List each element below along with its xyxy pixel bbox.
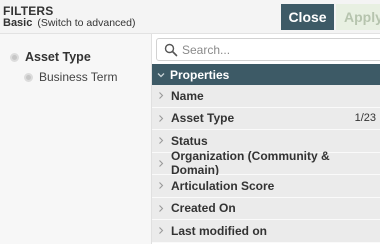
properties-section-header[interactable]: Properties (152, 64, 380, 85)
filter-mode: Basic (Switch to advanced) (3, 17, 135, 29)
switch-to-advanced-link[interactable]: (Switch to advanced) (37, 17, 135, 29)
property-label: Name (171, 88, 204, 103)
chevron-down-icon (157, 72, 165, 77)
property-label: Created On (171, 201, 236, 216)
property-row-last-modified-on[interactable]: Last modified on (152, 220, 380, 243)
property-row-organization[interactable]: Organization (Community & Domain) (152, 149, 380, 177)
chevron-right-icon (159, 204, 164, 212)
filters-header: FILTERS Basic (Switch to advanced) Close… (0, 0, 380, 34)
chevron-right-icon (159, 227, 164, 235)
bullet-icon (24, 72, 33, 82)
chevron-right-icon (159, 92, 164, 100)
apply-button[interactable]: Apply (336, 4, 380, 30)
tree-item-label: Asset Type (25, 50, 91, 64)
filters-title: FILTERS (3, 4, 54, 18)
properties-list: Name Asset Type 1/23 Status Organization… (152, 85, 380, 243)
tree-item-business-term[interactable]: Business Term (24, 70, 117, 84)
selected-filters-panel: Asset Type Business Term (0, 34, 152, 244)
chevron-right-icon (159, 137, 164, 145)
properties-header-label: Properties (170, 67, 230, 82)
tree-item-label: Business Term (39, 70, 118, 84)
search-box[interactable] (156, 38, 380, 61)
properties-panel: Properties Name Asset Type 1/23 Status O… (152, 34, 380, 244)
property-count: 1/23 (354, 112, 376, 125)
chevron-right-icon (159, 114, 164, 122)
chevron-right-icon (159, 182, 164, 190)
property-label: Articulation Score (171, 178, 275, 193)
chevron-right-icon (159, 159, 164, 167)
property-row-asset-type[interactable]: Asset Type 1/23 (152, 107, 380, 130)
property-label: Last modified on (171, 223, 267, 238)
tree-item-asset-type[interactable]: Asset Type (10, 50, 91, 64)
bullet-icon (10, 52, 19, 62)
property-label: Status (171, 133, 208, 148)
property-label: Organization (Community & Domain) (171, 149, 330, 178)
property-row-created-on[interactable]: Created On (152, 197, 380, 220)
property-label: Asset Type (171, 111, 235, 126)
property-row-name[interactable]: Name (152, 85, 380, 108)
search-icon (164, 43, 178, 56)
property-row-articulation-score[interactable]: Articulation Score (152, 175, 380, 198)
search-input[interactable] (182, 42, 372, 57)
close-button[interactable]: Close (281, 4, 334, 30)
mode-label: Basic (3, 17, 33, 29)
